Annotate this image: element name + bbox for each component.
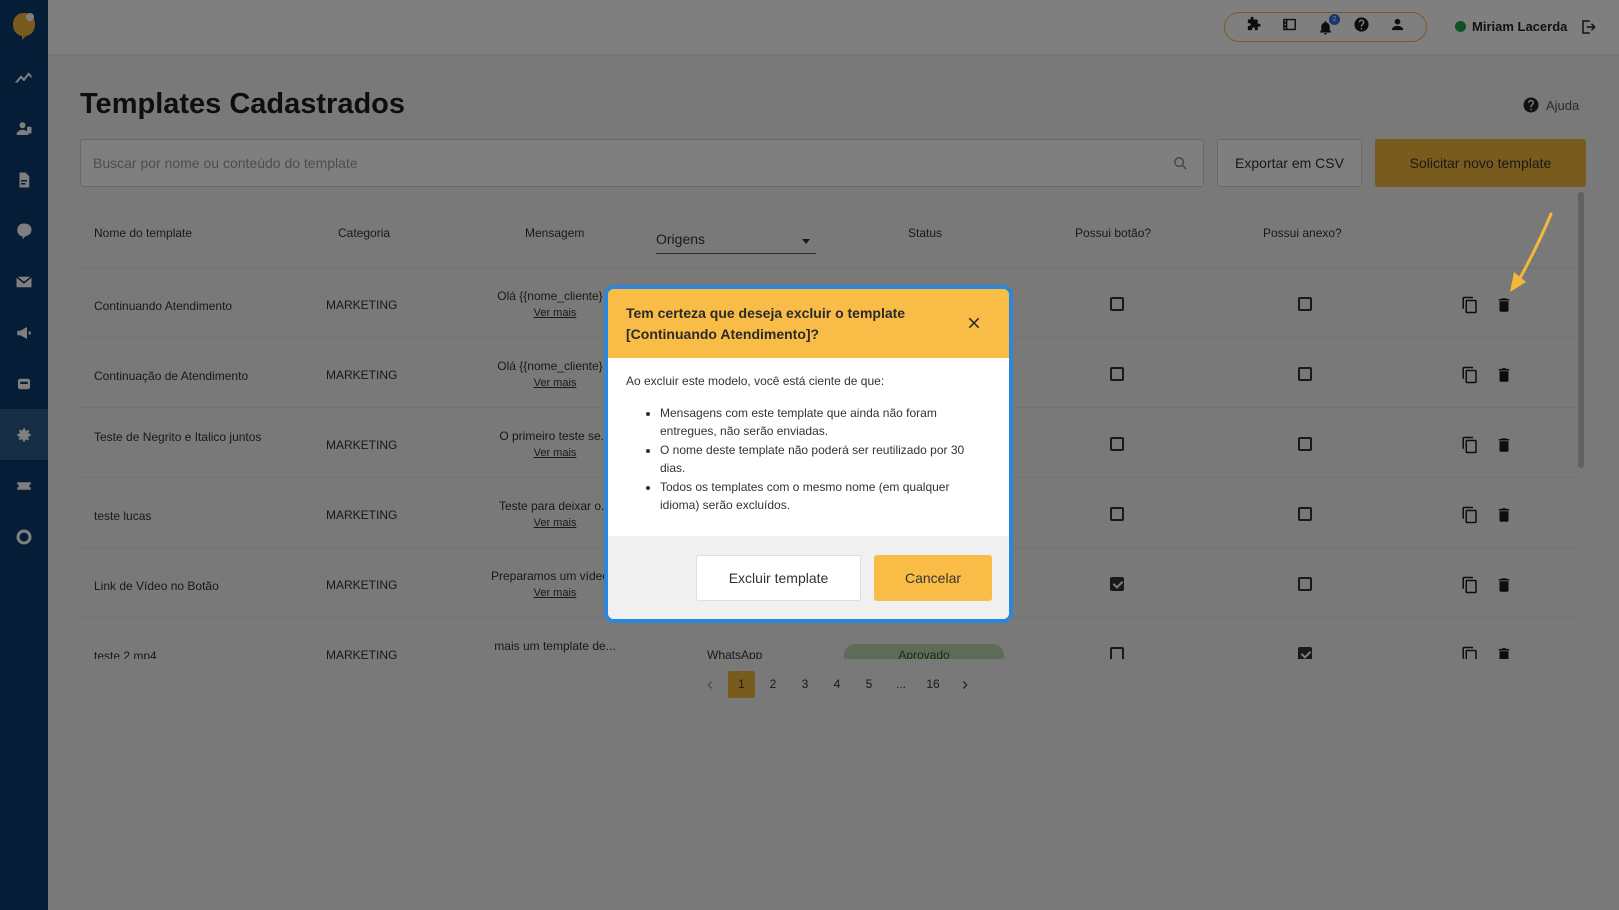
dialog-title: Tem certeza que deseja excluir o templat… bbox=[626, 305, 906, 342]
close-dialog-button[interactable] bbox=[965, 314, 983, 332]
dialog-header: Tem certeza que deseja excluir o templat… bbox=[608, 289, 1009, 358]
dialog-body: Ao excluir este modelo, você está ciente… bbox=[608, 358, 1009, 514]
dialog-intro: Ao excluir este modelo, você está ciente… bbox=[626, 374, 885, 388]
close-icon bbox=[968, 317, 980, 329]
warning-item: O nome deste template não poderá ser reu… bbox=[660, 441, 991, 477]
annotation-arrow-icon bbox=[1510, 212, 1553, 292]
cancel-button[interactable]: Cancelar bbox=[874, 555, 992, 601]
dialog-footer: Excluir template Cancelar bbox=[608, 536, 1009, 619]
warning-item: Mensagens com este template que ainda nã… bbox=[660, 404, 991, 440]
confirm-delete-button[interactable]: Excluir template bbox=[696, 555, 861, 601]
warning-list: Mensagens com este template que ainda nã… bbox=[660, 404, 991, 514]
warning-item: Todos os templates com o mesmo nome (em … bbox=[660, 478, 991, 514]
delete-confirmation-dialog: Tem certeza que deseja excluir o templat… bbox=[604, 285, 1013, 623]
